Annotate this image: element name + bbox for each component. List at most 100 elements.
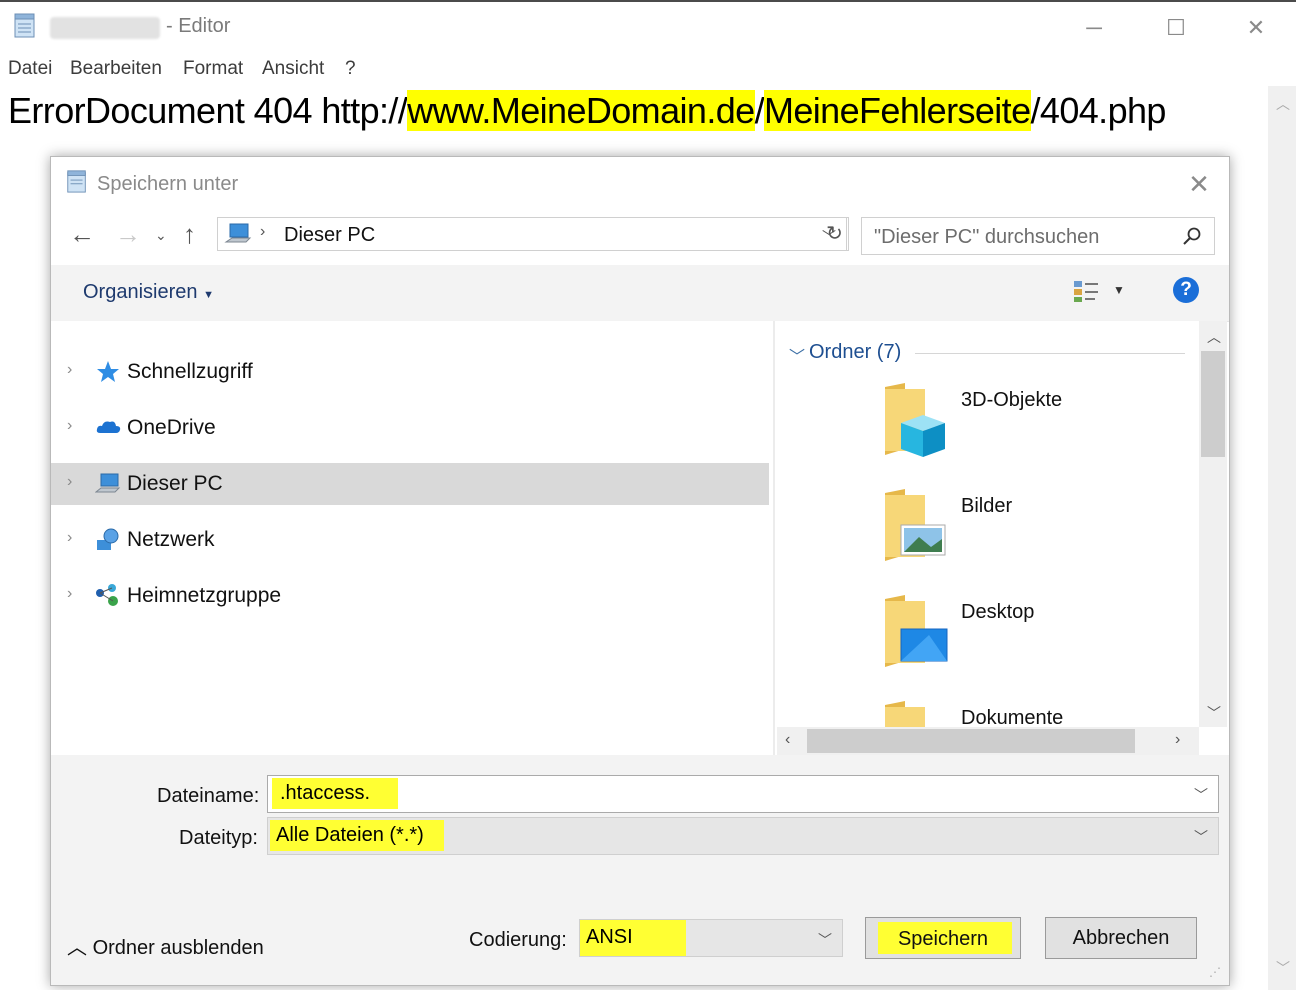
forward-arrow-icon[interactable]: → — [115, 219, 141, 250]
address-bar[interactable]: › Dieser PC ﹀ — [217, 217, 847, 251]
window-title: - Editor — [166, 15, 231, 37]
folder-item-dokumente[interactable]: Dokumente — [879, 701, 1179, 727]
folder-item-bilder[interactable]: Bilder — [879, 489, 1179, 579]
dropdown-arrow-icon: ▼ — [203, 289, 214, 301]
expand-chevron-icon[interactable]: › — [67, 417, 72, 435]
scroll-thumb[interactable] — [1201, 351, 1225, 457]
encoding-label: Codierung: — [469, 929, 567, 951]
menu-bearbeiten[interactable]: Bearbeiten — [70, 58, 162, 80]
content-horizontal-scrollbar[interactable]: ‹ › — [777, 727, 1199, 755]
breadcrumb-chevron-icon[interactable]: › — [260, 223, 265, 241]
text-part: /404.php — [1030, 90, 1167, 131]
hide-folders-button[interactable]: ︿ Ordner ausblenden — [67, 931, 264, 960]
group-divider — [915, 353, 1185, 354]
folder-item-desktop[interactable]: Desktop — [879, 595, 1179, 685]
tree-item-label: Dieser PC — [127, 472, 223, 495]
text-part-highlighted: MeineFehlerseite — [763, 90, 1031, 131]
editor-text-line: ErrorDocument 404 http://www.MeineDomain… — [8, 90, 1166, 132]
scroll-thumb[interactable] — [807, 729, 1135, 753]
save-as-dialog: Speichern unter ✕ ← → ⌄ ↑ › Dieser PC ﹀ … — [50, 156, 1230, 986]
help-icon[interactable]: ? — [1173, 277, 1199, 303]
scroll-left-arrow-icon[interactable]: ‹ — [785, 731, 790, 749]
tree-item-netzwerk[interactable]: › Netzwerk — [51, 519, 769, 561]
scroll-up-arrow-icon[interactable]: ︿ — [1207, 327, 1221, 347]
folder-label: Dokumente — [961, 707, 1064, 727]
content-pane: ﹀ Ordner (7) 3D-Objekte Bilder Desktop D… — [775, 321, 1199, 727]
scroll-up-arrow-icon[interactable]: ︿ — [1276, 94, 1290, 114]
computer-icon — [224, 223, 252, 243]
address-path[interactable]: Dieser PC — [284, 224, 375, 247]
organize-button[interactable]: Organisieren ▼ — [83, 281, 214, 304]
menu-ansicht[interactable]: Ansicht — [262, 58, 324, 80]
save-button[interactable]: Speichern — [865, 917, 1021, 959]
encoding-value: ANSI — [580, 920, 686, 956]
text-part: ErrorDocument 404 http:// — [8, 90, 408, 131]
filetype-label: Dateityp: — [179, 827, 258, 849]
navigation-pane: › Schnellzugriff › OneDrive › Dieser PC … — [51, 321, 773, 755]
toolbar: Organisieren ▼ ▼ ? — [51, 265, 1229, 322]
menu-help[interactable]: ? — [345, 58, 356, 80]
blurred-filename — [50, 17, 160, 39]
search-placeholder: "Dieser PC" durchsuchen — [874, 226, 1100, 248]
folder-3d-icon — [885, 383, 945, 457]
star-icon — [97, 361, 119, 382]
scroll-right-arrow-icon[interactable]: › — [1175, 731, 1180, 749]
editor-scrollbar[interactable]: ︿ ﹀ — [1268, 86, 1296, 990]
filename-dropdown-icon[interactable]: ﹀ — [1194, 785, 1208, 805]
up-arrow-icon[interactable]: ↑ — [183, 219, 196, 250]
view-dropdown-icon[interactable]: ▼ — [1113, 283, 1125, 297]
refresh-icon[interactable]: ↻ — [821, 217, 849, 251]
search-icon[interactable] — [1182, 226, 1202, 246]
filetype-select[interactable]: Alle Dateien (*.*) ﹀ — [267, 817, 1219, 855]
filename-label: Dateiname: — [157, 785, 260, 807]
view-options-icon[interactable] — [1071, 277, 1101, 305]
notepad-icon — [67, 170, 86, 193]
close-button[interactable]: ✕ — [1226, 8, 1286, 48]
dialog-title: Speichern unter — [97, 173, 239, 195]
menu-bar: Datei Bearbeiten Format Ansicht ? — [0, 56, 1296, 86]
scroll-down-arrow-icon[interactable]: ﹀ — [1207, 703, 1221, 723]
group-header[interactable]: Ordner (7) — [809, 341, 901, 364]
tree-item-label: Netzwerk — [127, 528, 215, 551]
cancel-button[interactable]: Abbrechen — [1045, 917, 1197, 959]
filename-value[interactable]: .htaccess. — [272, 778, 399, 809]
save-label: Speichern — [897, 928, 989, 950]
close-icon[interactable]: ✕ — [1179, 169, 1219, 199]
expand-chevron-icon[interactable]: › — [67, 361, 72, 379]
collapse-chevron-icon[interactable]: ﹀ — [789, 343, 805, 367]
text-part-highlighted: www.MeineDomain.de — [407, 90, 755, 131]
scroll-down-arrow-icon[interactable]: ﹀ — [1276, 958, 1290, 978]
folder-documents-icon — [885, 701, 925, 727]
tree-item-heimnetzgruppe[interactable]: › Heimnetzgruppe — [51, 575, 769, 617]
filename-input[interactable]: .htaccess. ﹀ — [267, 775, 1219, 813]
expand-chevron-icon[interactable]: › — [67, 473, 72, 491]
encoding-dropdown-icon[interactable]: ﹀ — [818, 930, 832, 950]
folder-item-3d-objekte[interactable]: 3D-Objekte — [879, 383, 1179, 473]
chevron-up-icon: ︿ — [67, 937, 87, 959]
computer-icon — [95, 473, 121, 493]
search-input[interactable]: "Dieser PC" durchsuchen — [861, 217, 1215, 255]
tree-item-dieser-pc[interactable]: › Dieser PC — [51, 463, 769, 505]
recent-locations-chevron-icon[interactable]: ⌄ — [155, 227, 167, 244]
tree-item-label: OneDrive — [127, 416, 216, 439]
resize-grip-icon[interactable]: ⋰ — [1209, 965, 1221, 979]
back-arrow-icon[interactable]: ← — [69, 219, 95, 250]
tree-item-schnellzugriff[interactable]: › Schnellzugriff — [51, 351, 769, 393]
folder-desktop-icon — [885, 595, 948, 667]
filetype-dropdown-icon[interactable]: ﹀ — [1194, 827, 1208, 847]
expand-chevron-icon[interactable]: › — [67, 585, 72, 603]
expand-chevron-icon[interactable]: › — [67, 529, 72, 547]
homegroup-icon — [96, 584, 118, 606]
tree-item-label: Heimnetzgruppe — [127, 584, 282, 607]
filetype-value: Alle Dateien (*.*) — [270, 820, 444, 851]
content-vertical-scrollbar[interactable]: ︿ ﹀ — [1199, 321, 1227, 727]
tree-item-onedrive[interactable]: › OneDrive — [51, 407, 769, 449]
text-part: / — [754, 90, 765, 131]
encoding-select[interactable]: ANSI ﹀ — [579, 919, 843, 957]
maximize-button[interactable]: ☐ — [1146, 8, 1206, 48]
menu-format[interactable]: Format — [183, 58, 243, 80]
minimize-button[interactable]: ─ — [1064, 8, 1124, 48]
folder-pictures-icon — [885, 489, 946, 561]
folder-label: Bilder — [961, 495, 1013, 517]
menu-datei[interactable]: Datei — [8, 58, 52, 80]
